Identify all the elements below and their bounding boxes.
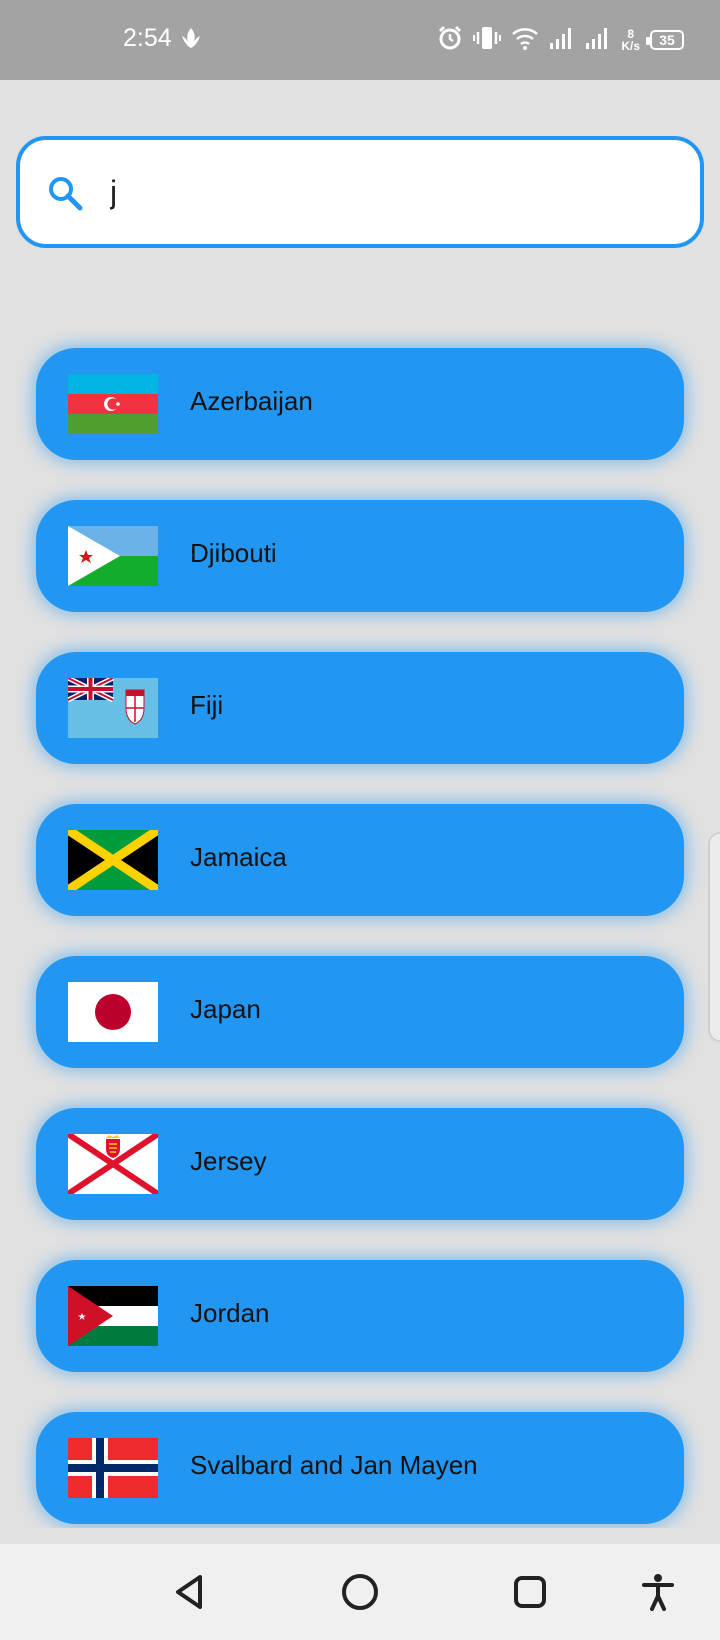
search-box[interactable] — [16, 136, 704, 248]
status-icons: 8 K/s 35 — [437, 24, 684, 56]
azerbaijan-flag — [68, 374, 158, 434]
navigation-bar — [0, 1544, 720, 1640]
vibrate-icon — [473, 25, 502, 56]
fiji-flag — [68, 678, 158, 738]
leaf-icon — [180, 26, 202, 55]
norway-flag — [68, 1438, 158, 1498]
status-bar: 2:54 8 K/s 35 — [0, 0, 720, 80]
wifi-icon — [511, 25, 539, 56]
signal-icon — [549, 26, 575, 55]
list-item[interactable]: Jordan — [36, 1260, 684, 1372]
country-name: Svalbard and Jan Mayen — [190, 1450, 478, 1480]
list-item[interactable]: Jersey — [36, 1108, 684, 1220]
alarm-icon — [437, 25, 463, 56]
search-icon — [46, 174, 86, 219]
country-list[interactable]: Azerbaijan Djibouti Fiji Jamaica Japan J… — [0, 330, 720, 1528]
back-icon[interactable] — [168, 1570, 212, 1614]
list-item[interactable]: Fiji — [36, 652, 684, 764]
list-item[interactable]: Djibouti — [36, 500, 684, 612]
list-item[interactable]: Jamaica — [36, 804, 684, 916]
country-name: Japan — [190, 994, 261, 1024]
home-icon[interactable] — [338, 1570, 382, 1614]
network-speed-unit: K/s — [621, 39, 640, 53]
status-time: 2:54 — [123, 24, 172, 52]
jamaica-flag — [68, 830, 158, 890]
djibouti-flag — [68, 526, 158, 586]
country-name: Fiji — [190, 690, 224, 720]
country-name: Jordan — [190, 1298, 270, 1328]
battery-level: 35 — [659, 32, 675, 48]
network-speed: 8 K/s — [621, 28, 640, 52]
country-name: Azerbaijan — [190, 386, 313, 416]
search-input[interactable] — [110, 164, 670, 220]
scroll-handle[interactable] — [708, 832, 720, 1042]
jordan-flag — [68, 1286, 158, 1346]
accessibility-icon[interactable] — [636, 1570, 680, 1614]
battery-icon: 35 — [646, 30, 684, 50]
list-item[interactable]: Japan — [36, 956, 684, 1068]
recents-icon[interactable] — [508, 1570, 552, 1614]
list-item[interactable]: Svalbard and Jan Mayen — [36, 1412, 684, 1524]
signal-icon — [585, 26, 611, 55]
jersey-flag — [68, 1134, 158, 1194]
list-item[interactable]: Azerbaijan — [36, 348, 684, 460]
country-name: Jamaica — [190, 842, 287, 872]
japan-flag — [68, 982, 158, 1042]
country-name: Djibouti — [190, 538, 277, 568]
country-name: Jersey — [190, 1146, 267, 1176]
